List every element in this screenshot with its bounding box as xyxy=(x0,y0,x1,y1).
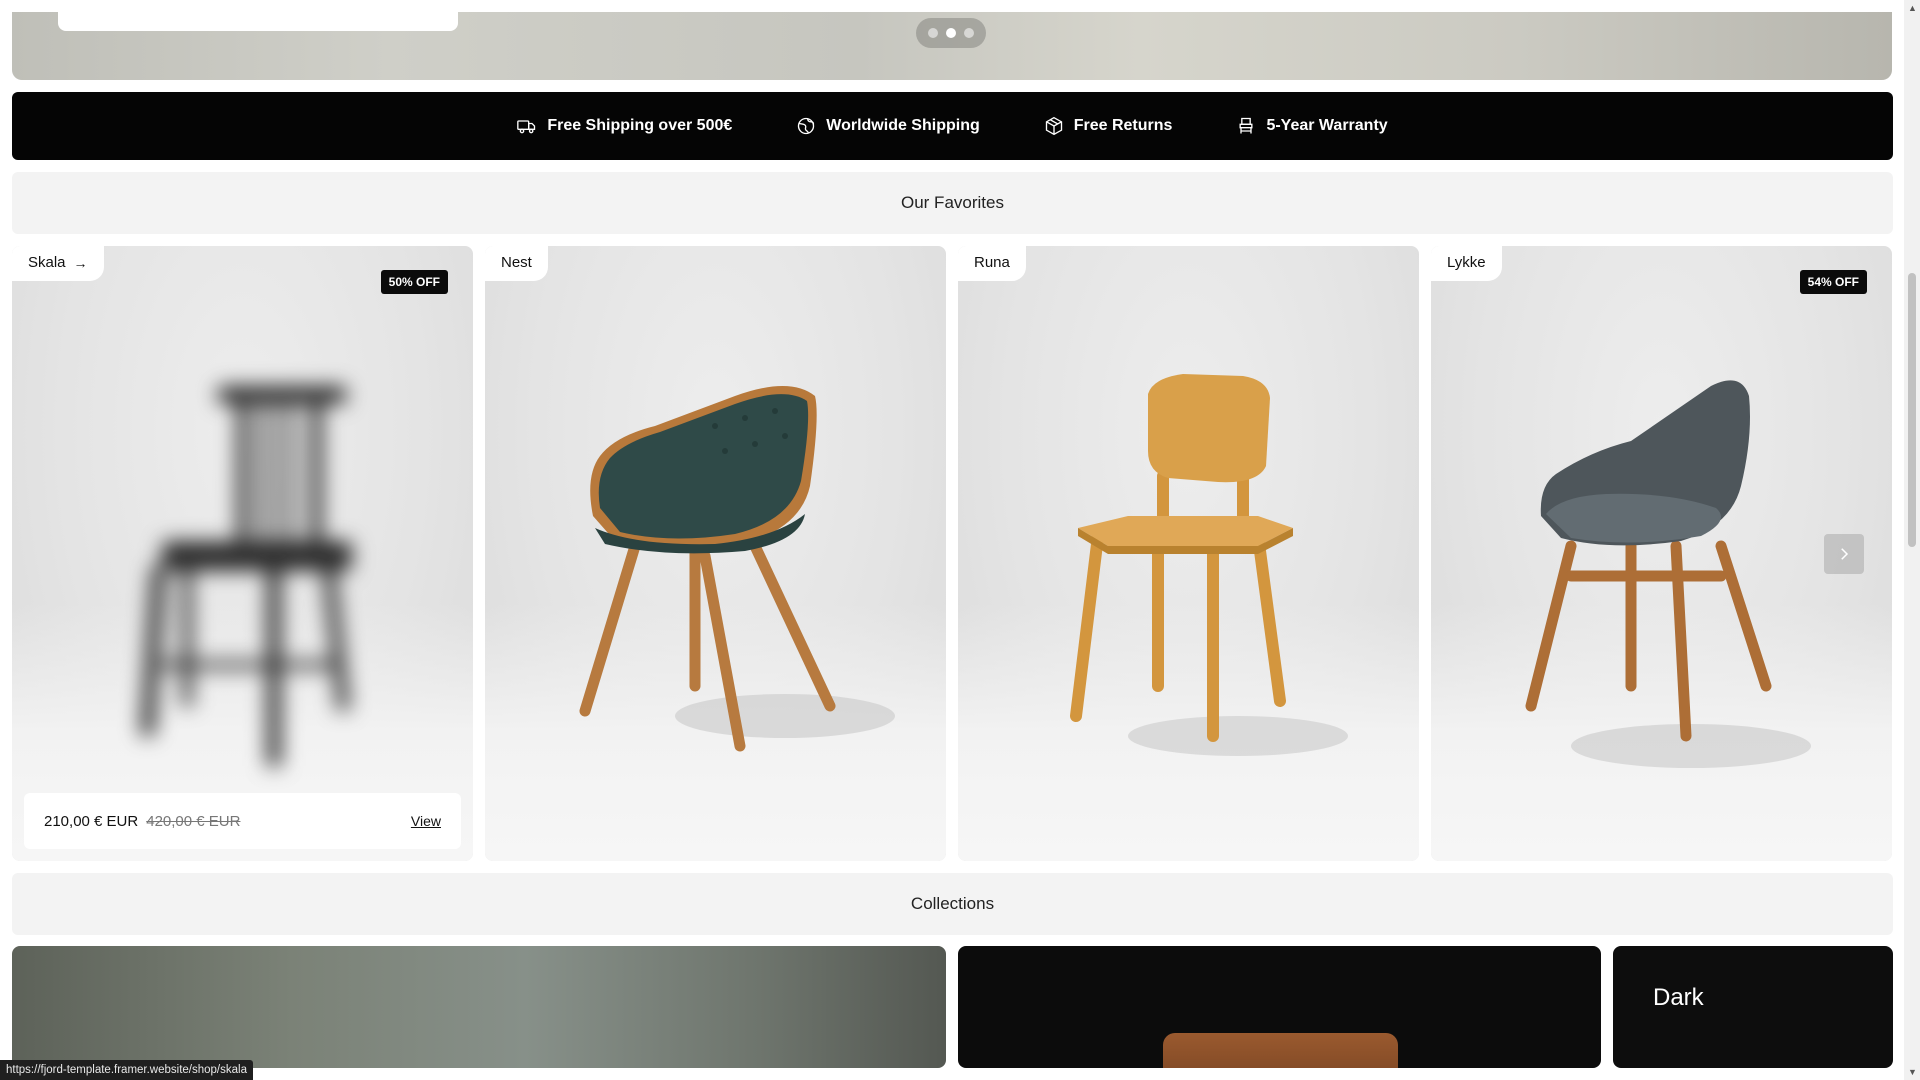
product-card-skala[interactable]: Skala → 50% OFF 210,00 € EUR 420,00 € EU… xyxy=(12,246,473,861)
product-name: Lykke xyxy=(1447,254,1486,271)
feature-label: Worldwide Shipping xyxy=(826,117,980,134)
scrollbar-thumb[interactable] xyxy=(1908,273,1916,547)
chair-icon xyxy=(1239,117,1253,134)
discount-badge: 54% OFF xyxy=(1799,270,1867,294)
slider-dot-3[interactable] xyxy=(964,28,974,38)
slider-dots xyxy=(916,18,986,48)
feature-label: Free Returns xyxy=(1073,117,1173,134)
slider-dot-2[interactable] xyxy=(946,28,956,38)
hero-card xyxy=(58,12,458,31)
chevron-right-icon xyxy=(1841,548,1849,560)
chair-seat-image xyxy=(1163,1033,1398,1068)
product-card-runa[interactable]: Runa xyxy=(958,246,1419,861)
scroll-down-icon[interactable]: ▼ xyxy=(1908,1067,1917,1077)
view-link[interactable]: View xyxy=(411,813,441,829)
product-carousel: Skala → 50% OFF 210,00 € EUR 420,00 € EU… xyxy=(12,246,1893,861)
product-name: Nest xyxy=(501,254,532,271)
product-image-lykke xyxy=(1525,380,1811,768)
product-card-lykke[interactable]: Lykke 54% OFF xyxy=(1431,246,1892,861)
globe-icon xyxy=(798,117,815,135)
feature-free-shipping: Free Shipping over 500€ xyxy=(517,116,732,136)
product-name: Runa xyxy=(974,254,1010,271)
truck-icon xyxy=(517,120,536,134)
carousel-next-button[interactable] xyxy=(1824,534,1864,574)
product-image-runa xyxy=(1070,374,1348,756)
features-bar: Free Shipping over 500€ Worldwide Shippi… xyxy=(12,92,1893,160)
product-name-label[interactable]: Skala → xyxy=(12,246,104,281)
product-card-nest[interactable]: Nest xyxy=(485,246,946,861)
product-name-label[interactable]: Lykke xyxy=(1431,246,1502,281)
product-name: Skala xyxy=(28,254,66,271)
feature-worldwide-shipping: Worldwide Shipping xyxy=(796,116,980,136)
feature-label: Free Shipping over 500€ xyxy=(547,117,733,134)
collection-title: Dark xyxy=(1653,984,1704,1011)
slider-dot-1[interactable] xyxy=(928,28,938,38)
favorites-section-title: Our Favorites xyxy=(12,172,1893,234)
arrow-right-icon: → xyxy=(73,254,88,271)
feature-warranty: 5-Year Warranty xyxy=(1236,116,1388,136)
hero-banner xyxy=(12,12,1892,80)
original-price: 420,00 € EUR xyxy=(146,812,241,830)
feature-free-returns: Free Returns xyxy=(1044,116,1173,136)
feature-label: 5-Year Warranty xyxy=(1266,117,1388,134)
current-price: 210,00 € EUR xyxy=(44,812,139,830)
scroll-up-icon[interactable]: ▲ xyxy=(1908,3,1917,13)
product-name-label[interactable]: Nest xyxy=(485,246,548,281)
product-name-label[interactable]: Runa xyxy=(958,246,1026,281)
price-box: 210,00 € EUR 420,00 € EUR View xyxy=(24,793,461,849)
page: Free Shipping over 500€ Worldwide Shippi… xyxy=(0,0,1904,1080)
collection-tile-2[interactable] xyxy=(958,946,1601,1068)
discount-badge: 50% OFF xyxy=(380,270,448,294)
product-image-skala xyxy=(12,246,473,861)
status-url: https://fjord-template.framer.website/sh… xyxy=(0,1060,253,1080)
collections-section-title: Collections xyxy=(12,873,1893,935)
package-icon xyxy=(1045,116,1062,136)
collection-tile-dark[interactable]: Dark xyxy=(1613,946,1893,1068)
vertical-scrollbar[interactable]: ▲ ▼ xyxy=(1904,0,1920,1080)
collection-tile-1[interactable] xyxy=(12,946,946,1068)
product-image-nest xyxy=(579,386,895,752)
